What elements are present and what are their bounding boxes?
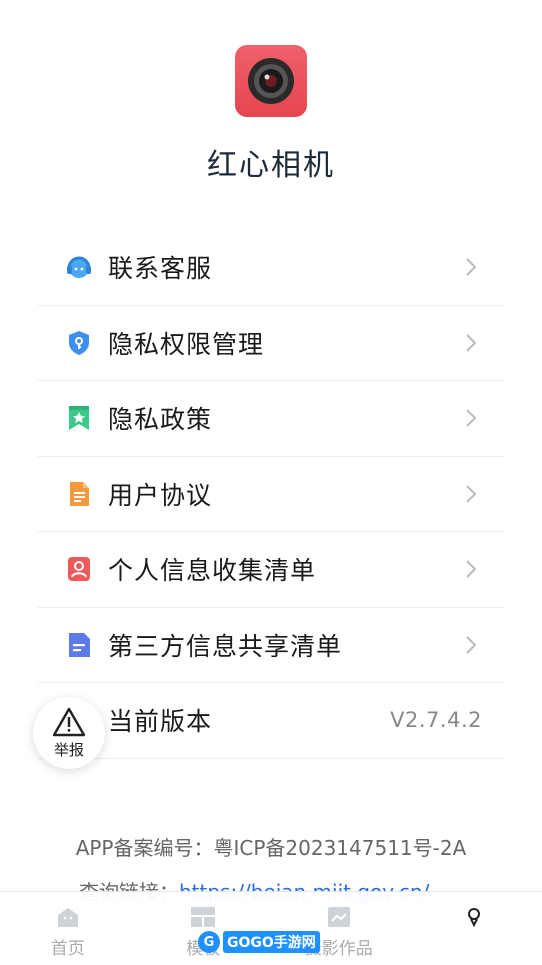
template-grid-icon (191, 907, 216, 927)
warning-icon (52, 707, 86, 736)
app-logo (235, 45, 307, 117)
menu-item-label: 第三方信息共享清单 (108, 631, 343, 661)
menu-item-privacy-policy[interactable]: 隐私政策 (38, 381, 504, 457)
list-document-icon (64, 630, 94, 660)
chevron-right-icon (466, 258, 477, 276)
menu-item-current-version: 当前版本 V2.7.4.2 (38, 683, 504, 759)
menu-item-personal-info-list[interactable]: 个人信息收集清单 (38, 532, 504, 608)
tab-home[interactable]: 首页 (0, 892, 136, 965)
tab-label: 首页 (50, 939, 85, 959)
menu-item-customer-service[interactable]: 联系客服 (38, 230, 504, 306)
chevron-right-icon (466, 334, 477, 352)
report-label: 举报 (53, 740, 84, 759)
menu-item-label: 联系客服 (108, 254, 213, 284)
menu-item-label: 用户协议 (108, 480, 213, 510)
menu-item-label: 当前版本 (108, 707, 213, 737)
menu-item-user-agreement[interactable]: 用户协议 (38, 457, 504, 532)
menu-item-label: 个人信息收集清单 (108, 556, 317, 586)
chevron-right-icon (466, 409, 477, 427)
person-card-icon (64, 554, 94, 584)
watermark-g-icon: G (198, 931, 220, 953)
user-icon (468, 908, 481, 928)
chevron-right-icon (466, 560, 477, 578)
menu-item-privacy-permissions[interactable]: 隐私权限管理 (38, 306, 504, 381)
version-value: V2.7.4.2 (390, 708, 482, 733)
watermark-logo: G GOGO手游网 (192, 929, 326, 955)
menu-item-label: 隐私政策 (108, 405, 213, 435)
menu-item-third-party-sharing-list[interactable]: 第三方信息共享清单 (38, 608, 504, 683)
shield-key-icon (64, 328, 94, 358)
gallery-icon (327, 907, 350, 927)
settings-menu: 联系客服 隐私权限管理 隐私政策 用户协议 个人信息收集清单 第三方信息共享清单… (38, 230, 504, 759)
home-icon (57, 908, 78, 927)
report-button[interactable]: 举报 (33, 697, 105, 769)
watermark-text: GOGO手游网 (223, 931, 320, 953)
tab-mine[interactable] (407, 892, 542, 965)
customer-service-icon (64, 252, 94, 282)
camera-lens-icon (248, 58, 294, 104)
chevron-right-icon (466, 636, 477, 654)
bookmark-star-icon (64, 403, 94, 433)
chevron-right-icon (466, 485, 477, 503)
icp-record: APP备案编号：粤ICP备2023147511号-2A (75, 836, 467, 860)
menu-item-label: 隐私权限管理 (108, 329, 265, 359)
document-icon (64, 479, 94, 509)
app-name: 红心相机 (207, 148, 335, 183)
